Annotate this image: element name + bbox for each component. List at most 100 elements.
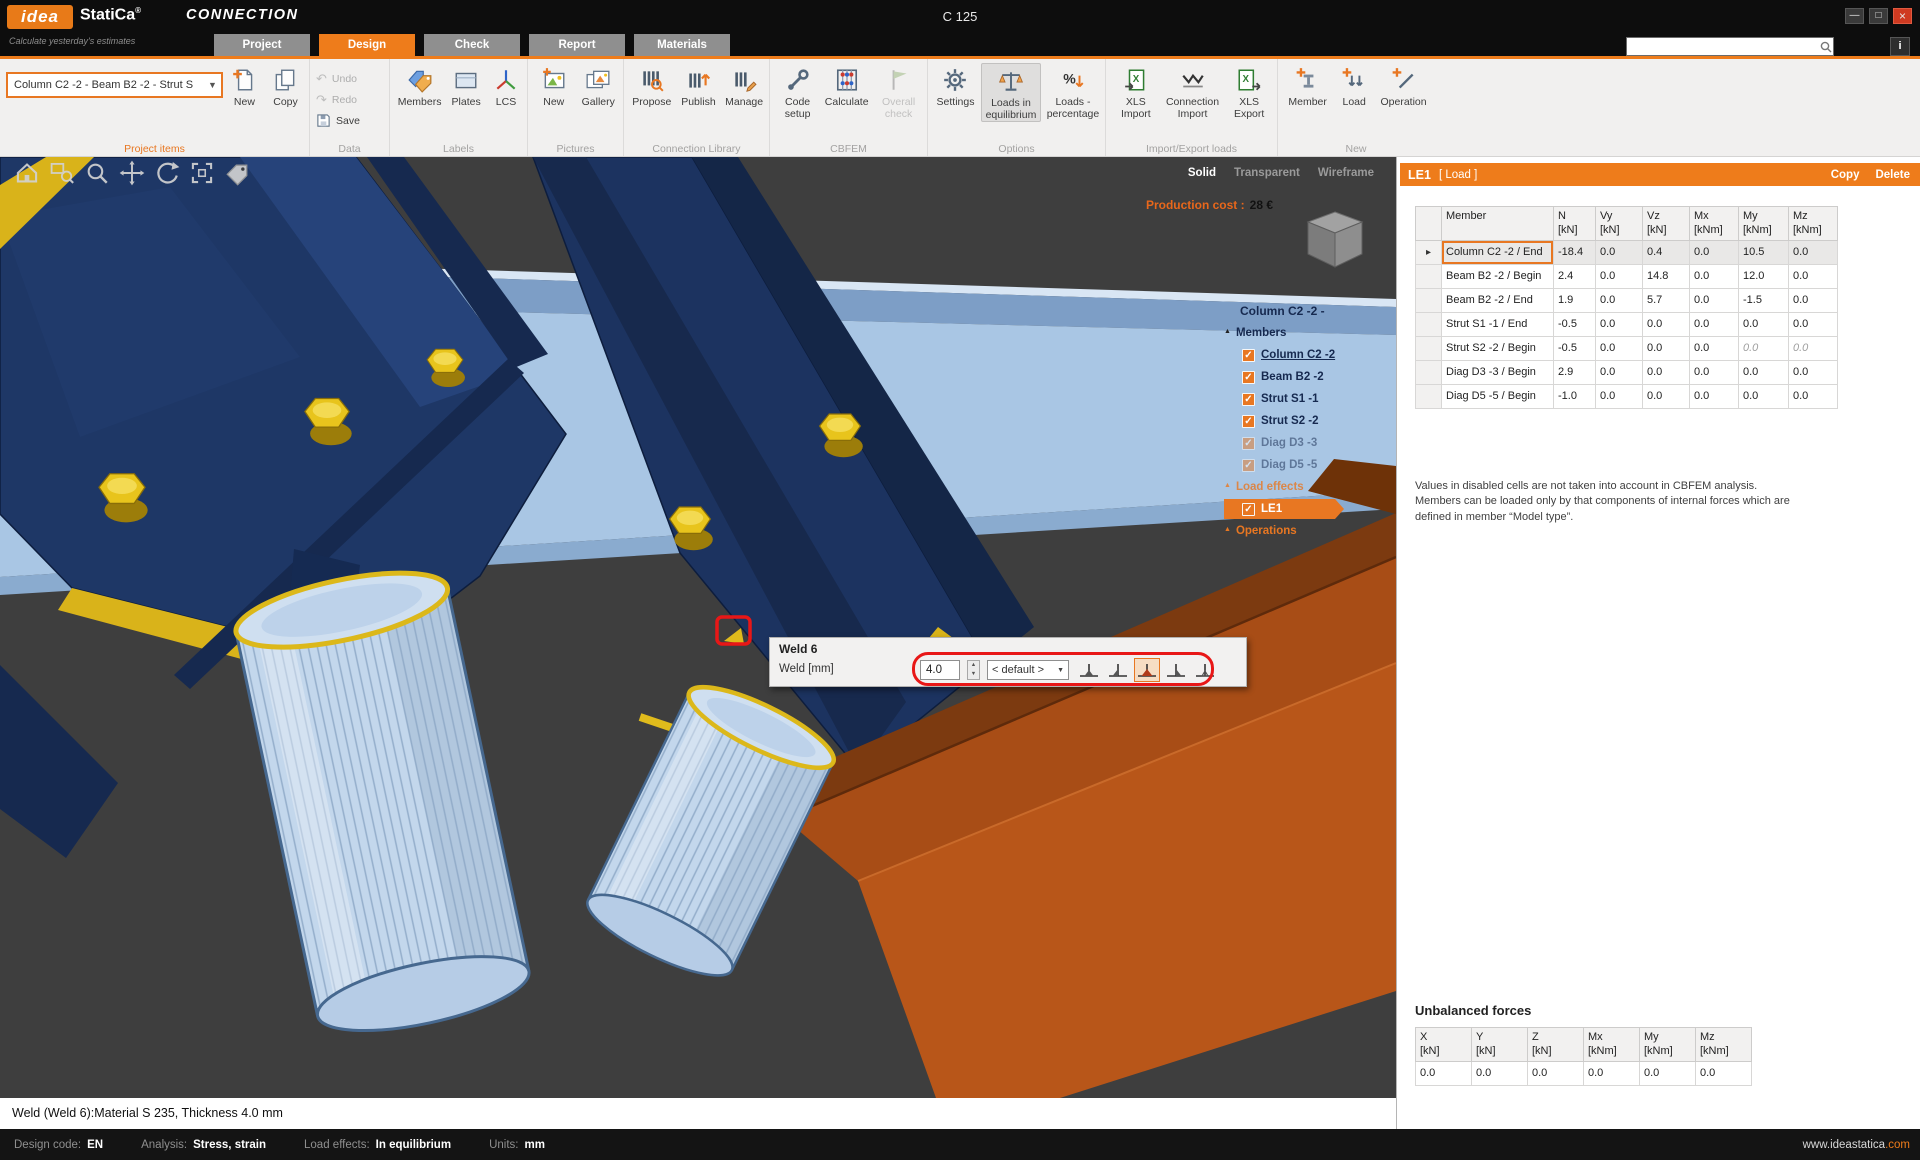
weld-type-fillet-both-button[interactable] — [1134, 658, 1160, 682]
xls-import-button[interactable]: X XLS Import — [1112, 63, 1160, 120]
checkbox-checked-icon[interactable]: ✓ — [1242, 349, 1255, 362]
pan-icon[interactable] — [119, 160, 145, 186]
tree-item-le1[interactable]: ✓ LE1 — [1224, 499, 1344, 519]
new-operation-button[interactable]: Operation — [1377, 63, 1430, 108]
value-cell[interactable]: -0.5 — [1554, 336, 1596, 360]
value-cell[interactable]: 0.0 — [1690, 360, 1739, 384]
pictures-new-button[interactable]: New — [534, 63, 574, 108]
value-cell[interactable]: 2.4 — [1554, 264, 1596, 288]
3d-scene[interactable] — [0, 157, 1396, 1098]
calculate-button[interactable]: Calculate — [823, 63, 870, 108]
3d-viewport[interactable]: SolidTransparentWireframe Production cos… — [0, 157, 1396, 1098]
row-selector-cell[interactable] — [1416, 312, 1442, 336]
label-tag-icon[interactable] — [224, 160, 250, 186]
tree-item-diag-d3--3[interactable]: ✓Diag D3 -3 — [1224, 432, 1396, 454]
close-button[interactable]: × — [1893, 8, 1912, 24]
tree-operations-header[interactable]: ▲ Operations — [1224, 520, 1396, 542]
value-cell[interactable]: 0.0 — [1643, 312, 1690, 336]
xls-export-button[interactable]: X XLS Export — [1225, 63, 1273, 120]
value-cell[interactable]: 0.0 — [1596, 336, 1643, 360]
code-setup-button[interactable]: Code setup — [776, 63, 819, 120]
value-cell[interactable]: 0.0 — [1789, 336, 1838, 360]
weld-type-butt-button[interactable] — [1192, 658, 1218, 682]
value-cell[interactable]: 0.0 — [1789, 384, 1838, 408]
redo-button[interactable]: ↷ Redo — [316, 90, 385, 109]
members-load-table[interactable]: MemberN[kN]Vy[kN]Vz[kN]Mx[kNm]My[kNm]Mz[… — [1415, 206, 1838, 409]
weld-thickness-stepper[interactable]: ▲ ▼ — [967, 660, 980, 680]
checkbox-checked-icon[interactable]: ✓ — [1242, 415, 1255, 428]
manage-button[interactable]: Manage — [723, 63, 765, 108]
copy-load-case-button[interactable]: Copy — [1831, 169, 1860, 181]
zoom-fit-icon[interactable] — [189, 160, 215, 186]
tree-item-beam-b2--2[interactable]: ✓Beam B2 -2 — [1224, 366, 1396, 388]
delete-load-case-button[interactable]: Delete — [1875, 169, 1910, 181]
checkbox-checked-icon[interactable]: ✓ — [1242, 459, 1255, 472]
spinner-down-icon[interactable]: ▼ — [968, 670, 979, 679]
value-cell[interactable]: -1.0 — [1554, 384, 1596, 408]
value-cell[interactable]: 0.0 — [1690, 336, 1739, 360]
tree-members-header[interactable]: ▲ Members — [1224, 322, 1396, 344]
view-mode-wireframe[interactable]: Wireframe — [1318, 167, 1374, 179]
value-cell[interactable]: 0.0 — [1789, 240, 1838, 264]
pictures-gallery-button[interactable]: Gallery — [578, 63, 619, 108]
value-cell[interactable]: 0.0 — [1690, 240, 1739, 264]
zoom-icon[interactable] — [84, 160, 110, 186]
tree-item-strut-s2--2[interactable]: ✓Strut S2 -2 — [1224, 410, 1396, 432]
value-cell[interactable]: 0.0 — [1789, 360, 1838, 384]
value-cell[interactable]: 5.7 — [1643, 288, 1690, 312]
save-button[interactable]: Save — [316, 111, 385, 130]
search-input[interactable] — [1627, 39, 1819, 54]
value-cell[interactable]: 14.8 — [1643, 264, 1690, 288]
publish-button[interactable]: Publish — [678, 63, 720, 108]
value-cell[interactable]: 0.0 — [1596, 288, 1643, 312]
value-cell[interactable]: 12.0 — [1739, 264, 1789, 288]
row-selector-cell[interactable] — [1416, 384, 1442, 408]
tab-report[interactable]: Report — [529, 34, 625, 56]
value-cell[interactable]: 0.0 — [1739, 336, 1789, 360]
tree-item-strut-s1--1[interactable]: ✓Strut S1 -1 — [1224, 388, 1396, 410]
weld-type-double-fillet-button[interactable] — [1076, 658, 1102, 682]
tab-materials[interactable]: Materials — [634, 34, 730, 56]
member-cell[interactable]: Diag D3 -3 / Begin — [1442, 360, 1554, 384]
navigation-cube[interactable] — [1304, 207, 1366, 273]
member-cell[interactable]: Diag D5 -5 / Begin — [1442, 384, 1554, 408]
value-cell[interactable]: 0.0 — [1690, 264, 1739, 288]
tab-design[interactable]: Design — [319, 34, 415, 56]
value-cell[interactable]: 0.0 — [1739, 312, 1789, 336]
weld-material-dropdown[interactable]: < default > ▼ — [987, 660, 1069, 680]
copy-project-item-button[interactable]: Copy — [266, 63, 305, 108]
value-cell[interactable]: 0.0 — [1739, 384, 1789, 408]
value-cell[interactable]: 2.9 — [1554, 360, 1596, 384]
connection-import-button[interactable]: Connection Import — [1164, 63, 1222, 120]
maximize-button[interactable]: □ — [1869, 8, 1888, 24]
view-mode-solid[interactable]: Solid — [1188, 167, 1216, 179]
loads-percentage-button[interactable]: % Loads - percentage — [1045, 63, 1101, 120]
member-cell[interactable]: Strut S2 -2 / Begin — [1442, 336, 1554, 360]
value-cell[interactable]: 0.0 — [1596, 384, 1643, 408]
value-cell[interactable]: 0.0 — [1690, 312, 1739, 336]
info-button[interactable]: i — [1890, 37, 1910, 56]
value-cell[interactable]: 0.0 — [1596, 264, 1643, 288]
member-cell[interactable]: Strut S1 -1 / End — [1442, 312, 1554, 336]
row-selector-cell[interactable] — [1416, 336, 1442, 360]
row-selector-cell[interactable]: ▸ — [1416, 240, 1442, 264]
search-box[interactable] — [1626, 37, 1834, 56]
member-cell[interactable]: Column C2 -2 / End — [1442, 240, 1554, 264]
website-link[interactable]: www.ideastatica.com — [1803, 1139, 1910, 1151]
labels-plates-button[interactable]: Plates — [447, 63, 485, 108]
propose-button[interactable]: Propose — [630, 63, 674, 108]
checkbox-checked-icon[interactable]: ✓ — [1242, 437, 1255, 450]
value-cell[interactable]: -18.4 — [1554, 240, 1596, 264]
row-selector-cell[interactable] — [1416, 288, 1442, 312]
value-cell[interactable]: 0.0 — [1596, 240, 1643, 264]
value-cell[interactable]: 1.9 — [1554, 288, 1596, 312]
zoom-window-icon[interactable] — [49, 160, 75, 186]
member-cell[interactable]: Beam B2 -2 / End — [1442, 288, 1554, 312]
checkbox-checked-icon[interactable]: ✓ — [1242, 503, 1255, 516]
row-selector-cell[interactable] — [1416, 264, 1442, 288]
value-cell[interactable]: 0.0 — [1643, 384, 1690, 408]
value-cell[interactable]: 0.0 — [1789, 288, 1838, 312]
value-cell[interactable]: 0.0 — [1643, 360, 1690, 384]
weld-thickness-input[interactable]: 4.0 — [920, 660, 960, 680]
weld-type-fillet-left-button[interactable] — [1105, 658, 1131, 682]
